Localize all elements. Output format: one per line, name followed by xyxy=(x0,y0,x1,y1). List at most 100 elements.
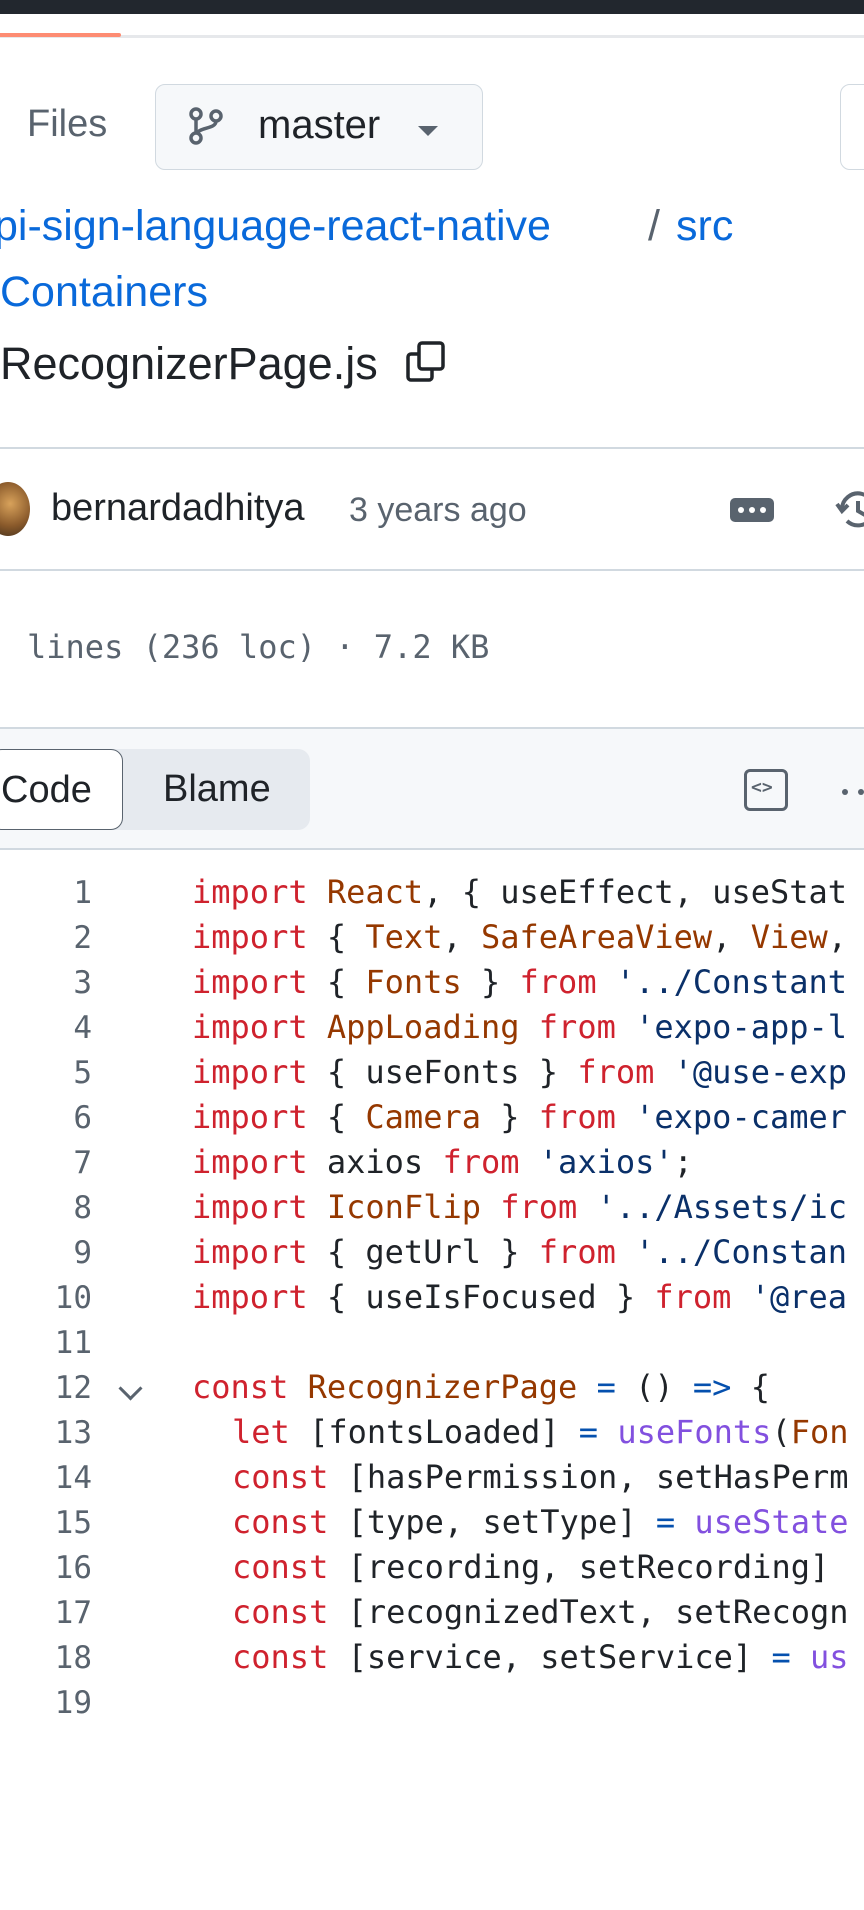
commit-author[interactable]: bernardadhitya xyxy=(51,487,305,530)
line-number[interactable]: 8 xyxy=(0,1190,92,1226)
line-number[interactable]: 7 xyxy=(0,1145,92,1181)
code-token: [service, setService] xyxy=(328,1638,772,1676)
tab-code[interactable]: Code xyxy=(0,749,123,830)
code-token: '../Assets/ic xyxy=(577,1188,848,1226)
copy-icon[interactable] xyxy=(404,340,448,389)
line-number[interactable]: 4 xyxy=(0,1010,92,1046)
code-text: import { Camera } from 'expo-camer xyxy=(192,1098,847,1136)
code-token: import xyxy=(192,1008,308,1046)
breadcrumb-containers-link[interactable]: Containers xyxy=(0,268,208,317)
line-number[interactable]: 9 xyxy=(0,1235,92,1271)
code-token: useState xyxy=(694,1503,849,1541)
line-number[interactable]: 6 xyxy=(0,1100,92,1136)
file-view-toolbar: Code Blame <> xyxy=(0,727,864,850)
code-token: [hasPermission, setHasPerm xyxy=(328,1458,849,1496)
code-token: RecognizerPage xyxy=(307,1368,578,1406)
page-load-progress-bar xyxy=(0,33,121,37)
code-token: '@use-exp xyxy=(654,1053,848,1091)
code-token: useFonts xyxy=(617,1413,772,1451)
divider xyxy=(0,569,864,571)
files-label[interactable]: Files xyxy=(27,103,107,146)
code-text: import { useIsFocused } from '@rea xyxy=(192,1278,847,1316)
line-number[interactable]: 17 xyxy=(0,1595,92,1631)
line-number[interactable]: 19 xyxy=(0,1685,92,1721)
line-number[interactable]: 3 xyxy=(0,965,92,1001)
code-token: , xyxy=(827,918,848,956)
code-token: { xyxy=(307,963,366,1001)
line-number[interactable]: 10 xyxy=(0,1280,92,1316)
code-token: import xyxy=(192,1233,308,1271)
code-text: const RecognizerPage = () => { xyxy=(192,1368,770,1406)
code-text: import axios from 'axios'; xyxy=(192,1143,693,1181)
line-number[interactable]: 15 xyxy=(0,1505,92,1541)
code-text: import { Text, SafeAreaView, View, xyxy=(192,918,847,956)
code-token: { useIsFocused } xyxy=(307,1278,655,1316)
code-token: import xyxy=(192,873,308,911)
caret-down-icon xyxy=(418,126,438,136)
code-token: [recognizedText, setRecogn xyxy=(328,1593,849,1631)
kebab-horizontal-icon[interactable] xyxy=(730,498,774,522)
line-number[interactable]: 5 xyxy=(0,1055,92,1091)
top-bar xyxy=(0,0,864,14)
code-token: us xyxy=(809,1638,849,1676)
code-line: 19 xyxy=(0,1677,864,1732)
branch-select-button[interactable]: master xyxy=(155,84,483,170)
progress-track xyxy=(0,35,864,38)
branch-name: master xyxy=(258,103,381,147)
line-number[interactable]: 14 xyxy=(0,1460,92,1496)
author-avatar[interactable] xyxy=(0,482,30,536)
code-raw-icon[interactable]: <> xyxy=(744,769,788,811)
git-branch-icon xyxy=(189,107,223,150)
code-token: '@rea xyxy=(731,1278,848,1316)
line-number[interactable]: 12 xyxy=(0,1370,92,1406)
code-token: from xyxy=(442,1143,520,1181)
code-token: '../Constant xyxy=(596,963,848,1001)
chevron-down-icon[interactable] xyxy=(118,1376,143,1401)
code-token: let xyxy=(232,1413,290,1451)
code-token: => xyxy=(692,1368,732,1406)
code-token: React xyxy=(326,873,424,911)
line-number[interactable]: 13 xyxy=(0,1415,92,1451)
code-token: import xyxy=(192,1188,308,1226)
line-number[interactable]: 18 xyxy=(0,1640,92,1676)
history-icon[interactable] xyxy=(834,486,864,539)
code-token: } xyxy=(480,1098,539,1136)
code-token: { useFonts } xyxy=(307,1053,578,1091)
code-token: { getUrl } xyxy=(307,1233,539,1271)
line-number[interactable]: 2 xyxy=(0,920,92,956)
breadcrumb-src-link[interactable]: src xyxy=(676,202,733,251)
code-token: ; xyxy=(673,1143,693,1181)
code-token: ( xyxy=(771,1413,791,1451)
code-token: [type, setType] xyxy=(328,1503,656,1541)
tab-blame[interactable]: Blame xyxy=(163,768,271,811)
code-token: [fontsLoaded] xyxy=(289,1413,579,1451)
code-token: View xyxy=(750,918,828,956)
breadcrumb-repo-link[interactable]: pi-sign-language-react-native xyxy=(0,202,551,251)
code-token: Fon xyxy=(790,1413,849,1451)
code-token: () xyxy=(615,1368,693,1406)
code-token: , xyxy=(712,918,751,956)
divider xyxy=(0,447,864,449)
tab-code-label: Code xyxy=(1,769,92,811)
code-text: import React, { useEffect, useStat xyxy=(192,873,847,911)
line-number[interactable]: 1 xyxy=(0,875,92,911)
code-token: 'expo-app-l xyxy=(615,1008,848,1046)
code-token: = xyxy=(578,1413,599,1451)
code-token: IconFlip xyxy=(326,1188,481,1226)
code-text: import { useFonts } from '@use-exp xyxy=(192,1053,847,1091)
line-number[interactable]: 11 xyxy=(0,1325,92,1361)
code-token: import xyxy=(192,1143,308,1181)
line-number[interactable]: 16 xyxy=(0,1550,92,1586)
code-token: SafeAreaView xyxy=(480,918,713,956)
go-to-file-button[interactable] xyxy=(840,84,864,170)
code-token: AppLoading xyxy=(326,1008,520,1046)
code-text: import AppLoading from 'expo-app-l xyxy=(192,1008,847,1046)
code-token: Camera xyxy=(365,1098,481,1136)
view-mode-segmented-control: Code Blame xyxy=(0,749,310,830)
code-token: , { useEffect, useStat xyxy=(423,873,848,911)
